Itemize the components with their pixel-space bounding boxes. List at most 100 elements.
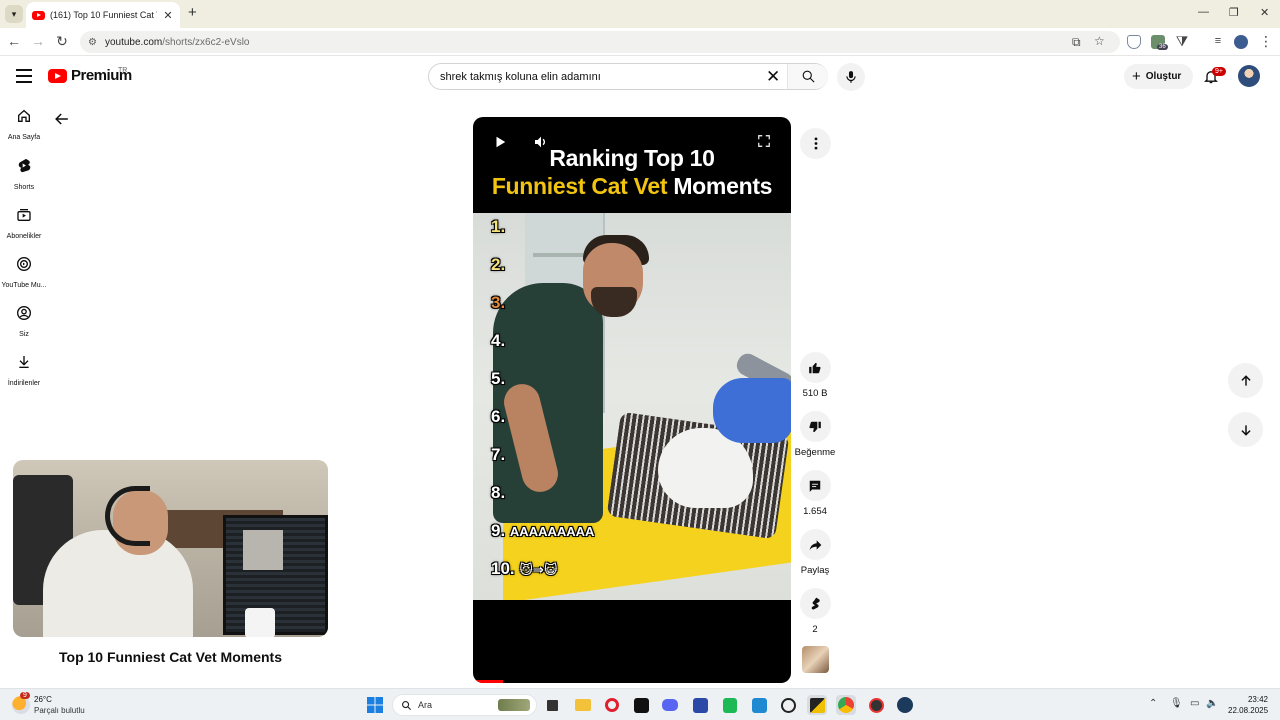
site-info-icon[interactable]: ⚙ [88,37,97,48]
sidebar-item-home[interactable]: Ana Sayfa [0,108,48,141]
close-window-button[interactable]: ✕ [1260,6,1269,19]
video-frame: 1. 2. 3. 4. 5. 6. 7. 8. 9. AAAAAAAAA 10.… [473,213,791,600]
tray-chevron-icon[interactable]: ⌃ [1149,698,1157,709]
steam-icon[interactable] [895,695,915,715]
evernote-icon[interactable] [720,695,740,715]
youtube-favicon-icon [32,10,45,20]
rank-item-10: 10. 😼⇒😺 [491,559,557,579]
like-action[interactable]: 510 B [799,352,831,399]
search-input[interactable]: shrek takmış koluna elin adamını [440,71,601,83]
more-vert-icon [814,137,817,150]
vscode-icon[interactable] [749,695,769,715]
shield-extension-icon[interactable] [1127,35,1141,49]
volume-tray-icon[interactable]: 🔈 [1206,698,1218,709]
shorts-player[interactable]: Ranking Top 10 Funniest Cat Vet Moments … [473,117,791,683]
sidebar-item-label: Abonelikler [6,233,42,240]
playback-progress-bar[interactable] [473,680,503,683]
install-app-icon[interactable]: ⧉ [1072,35,1081,50]
rank-10-text: 😼⇒😺 [519,562,558,577]
previous-short-button[interactable] [1228,363,1263,398]
remix-button[interactable] [799,588,831,619]
url-host: youtube.com [104,36,163,48]
tiktok-icon[interactable] [631,695,651,715]
sidebar-item-subscriptions[interactable]: Abonelikler [0,207,48,240]
monitor-window [243,530,283,570]
extensions-puzzle-icon[interactable]: ⧩ [1173,33,1191,50]
menu-icon[interactable] [16,69,32,83]
weather-temp[interactable]: 26°C [34,695,52,704]
weather-condition[interactable]: Parçalı bulutlu [34,706,85,715]
channel-avatar[interactable] [802,646,829,673]
discord-icon[interactable] [660,695,680,715]
forward-arrow-icon[interactable]: → [29,33,47,49]
home-icon [18,109,30,122]
display-tray-icon[interactable]: ▭ [1190,698,1199,709]
more-options-button[interactable] [800,128,831,159]
browser-tab-active[interactable]: (161) Top 10 Funniest Cat Vet Moments ✕ [26,2,180,28]
app-record-icon[interactable] [866,695,886,715]
sidebar-item-label: YouTube Mu... [1,282,47,289]
tab-search-button[interactable]: ▾ [5,5,23,23]
short-title-rest: Moments [673,173,773,199]
remix-icon [811,597,820,610]
minimize-button[interactable]: — [1198,6,1209,18]
rank-label: 8. [491,483,506,502]
extension-badge: 36 [1157,44,1168,50]
clear-search-icon[interactable]: ✕ [766,67,780,87]
dislike-label: Beğenme [794,447,836,458]
search-box[interactable]: shrek takmış koluna elin adamını ✕ [428,63,828,90]
file-explorer-icon[interactable] [573,695,593,715]
microphone-tray-icon[interactable]: 🎙 [1170,698,1183,709]
start-button[interactable] [365,695,385,715]
voice-search-button[interactable] [837,63,865,91]
taskbar-search[interactable]: Ara [392,694,537,716]
share-button[interactable] [799,529,831,560]
sidebar-item-label: Ana Sayfa [7,134,41,141]
comments-button[interactable] [799,470,831,501]
restore-button[interactable]: ❐ [1229,6,1239,19]
dislike-action[interactable]: Beğenme [795,411,835,458]
sidebar-item-youtube-music[interactable]: YouTube Mu... [0,256,48,289]
share-action[interactable]: Paylaş [799,529,831,576]
profile-avatar-icon[interactable] [1234,35,1248,49]
create-button[interactable]: + Oluştur [1124,64,1193,89]
account-avatar[interactable] [1238,65,1260,87]
reading-list-icon[interactable]: ≡ [1209,35,1227,47]
shorts-icon [18,158,31,173]
back-arrow-icon[interactable]: ← [5,33,23,49]
youtube-music-icon [17,257,31,271]
thumbs-up-icon [809,362,821,373]
dislike-button[interactable] [799,411,831,442]
sidebar-item-shorts[interactable]: Shorts [0,157,48,191]
short-title-line1: Ranking Top 10 [549,145,715,171]
task-view-icon[interactable] [542,695,562,715]
search-button[interactable] [787,64,828,89]
rank-item-9: 9. AAAAAAAAA [491,521,594,541]
sidebar-item-downloads[interactable]: İndirilenler [0,354,48,387]
remix-action[interactable]: 2 [799,588,831,635]
arrow-up-icon [1240,374,1251,386]
plus-icon: + [1132,68,1141,85]
opera-icon[interactable] [602,695,622,715]
system-clock[interactable]: 23:42 22.08.2025 [1228,694,1268,716]
app-icon[interactable] [690,695,710,715]
comments-action[interactable]: 1.654 [799,470,831,517]
next-short-button[interactable] [1228,412,1263,447]
download-icon [19,356,29,368]
address-bar[interactable]: ⚙ youtube.com/shorts/zx6c2-eVslo ⧉ ☆ [80,31,1120,53]
chatgpt-icon[interactable] [778,695,798,715]
sidebar-item-you[interactable]: Siz [0,305,48,338]
reload-icon[interactable]: ↻ [53,33,71,50]
new-tab-button[interactable]: + [188,4,197,21]
search-highlight-image [498,699,530,711]
like-count: 510 B [802,388,828,399]
like-button[interactable] [799,352,831,383]
rank-label: 1. [491,217,506,236]
chrome-icon[interactable] [836,695,856,715]
app-active-icon[interactable] [807,695,827,715]
tab-close-icon[interactable]: ✕ [162,9,174,22]
browser-menu-icon[interactable]: ⋮ [1257,33,1275,50]
back-arrow-icon[interactable] [52,109,72,129]
bookmark-star-icon[interactable]: ☆ [1094,34,1105,48]
rank-label: 6. [491,407,506,426]
